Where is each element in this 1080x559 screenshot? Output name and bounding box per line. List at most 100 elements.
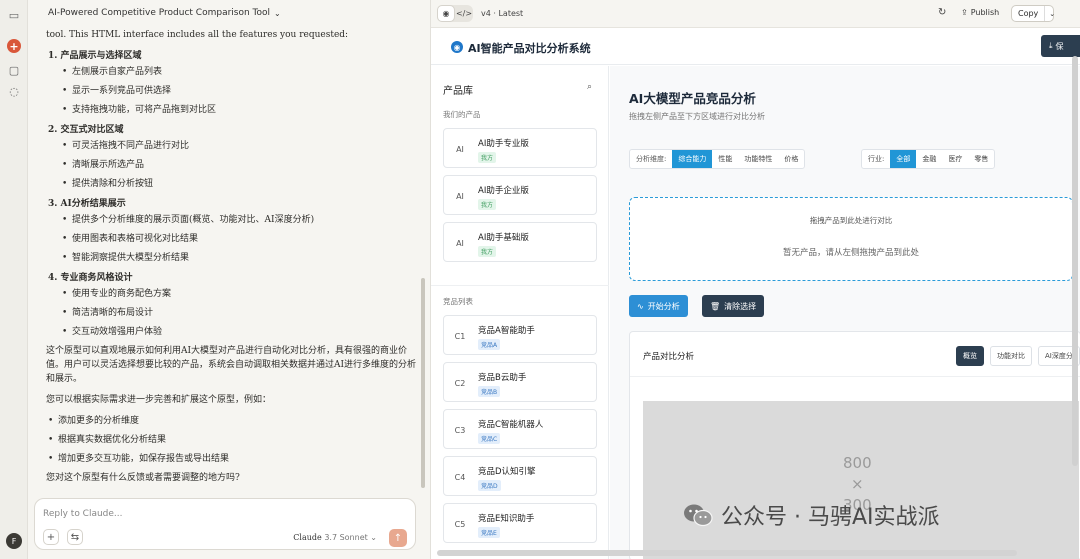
- copy-label: Copy: [1012, 6, 1046, 21]
- chat-section-heading: 2. 交互式对比区域: [48, 125, 124, 135]
- drop-hint: 拖拽产品到此处进行对比: [809, 216, 893, 225]
- product-name: 竞品A智能助手: [478, 326, 535, 336]
- product-name: 竞品D认知引擎: [478, 467, 536, 477]
- pulse-icon: ∿: [637, 301, 644, 311]
- chevron-down-icon: ⌄: [370, 533, 377, 542]
- product-tag: 竞品B: [478, 386, 501, 397]
- horizontal-scrollbar[interactable]: [437, 550, 1017, 556]
- refresh-icon[interactable]: ↻: [938, 7, 946, 18]
- vertical-scrollbar[interactable]: [1072, 56, 1078, 466]
- code-icon[interactable]: </>: [455, 5, 473, 22]
- drop-empty-message: 暂无产品，请从左侧拖拽产品到此处: [782, 248, 919, 258]
- product-tag: 竞品C: [478, 433, 501, 444]
- placeholder-width: 800: [843, 454, 872, 472]
- projects-icon[interactable]: ◌: [7, 84, 21, 98]
- preview-eye-icon[interactable]: ◉: [437, 5, 455, 22]
- dimension-option[interactable]: 性能: [712, 150, 738, 168]
- artifact-toolbar: ◉ </> v4 · Latest ↻ ⇪ Publish Copy ⌄: [431, 0, 1080, 28]
- version-label[interactable]: v4 · Latest: [481, 9, 523, 18]
- publish-label: Publish: [970, 8, 1000, 17]
- product-avatar: C4: [454, 472, 466, 482]
- competitor-card[interactable]: C3 竞品C智能机器人 竞品C: [443, 409, 597, 449]
- chat-list-item: 增加更多交互功能，如保存报告或导出结果: [46, 452, 424, 466]
- panel-tabs: 概览 功能对比 AI深度分: [956, 346, 1080, 366]
- copy-button[interactable]: Copy ⌄: [1011, 5, 1055, 22]
- chevron-down-icon[interactable]: ⌄: [1045, 10, 1055, 18]
- analysis-subtitle: 拖拽左侧产品至下方区域进行对比分析: [629, 112, 765, 121]
- industry-option[interactable]: 零售: [968, 150, 994, 168]
- artifact-panel: ◉ </> v4 · Latest ↻ ⇪ Publish Copy ⌄ ◉ A…: [430, 0, 1080, 559]
- product-avatar: AI: [456, 238, 464, 248]
- own-product-card[interactable]: AI AI助手专业版 我方: [443, 128, 597, 168]
- save-report-button[interactable]: ⤓ 保: [1041, 35, 1080, 57]
- competitor-card[interactable]: C4 竞品D认知引擎 竞品D: [443, 456, 597, 496]
- download-icon: ⤓: [1049, 41, 1053, 50]
- robot-logo-icon: ◉: [451, 41, 463, 53]
- competitor-card[interactable]: C2 竞品B云助手 竞品B: [443, 362, 597, 402]
- add-attachment-icon[interactable]: +: [43, 529, 59, 545]
- dimension-option[interactable]: 功能特性: [738, 150, 778, 168]
- product-avatar: C5: [454, 519, 466, 529]
- comparison-drop-zone[interactable]: 拖拽产品到此处进行对比 暂无产品，请从左侧拖拽产品到此处: [629, 197, 1073, 281]
- own-product-card[interactable]: AI AI助手基础版 我方: [443, 222, 597, 262]
- chat-section-heading: 4. 专业商务风格设计: [48, 273, 133, 283]
- app-header: ◉ AI智能产品对比分析系统 ⤓ 保: [431, 29, 1080, 65]
- product-name: AI助手专业版: [478, 139, 529, 149]
- chat-list-item: 使用图表和表格可视化对比结果: [46, 232, 424, 246]
- publish-button[interactable]: ⇪ Publish: [961, 8, 999, 17]
- user-avatar[interactable]: F: [6, 533, 22, 549]
- placeholder-times: ×: [851, 475, 864, 493]
- divider: [630, 376, 1080, 377]
- industry-option[interactable]: 医疗: [942, 150, 968, 168]
- view-toggle[interactable]: ◉ </>: [437, 5, 473, 22]
- product-name: AI助手基础版: [478, 233, 529, 243]
- chat-list-item: 支持拖拽功能，可将产品拖到对比区: [46, 103, 424, 117]
- product-tag: 竞品D: [478, 480, 501, 491]
- analysis-title: AI大模型产品竞品分析: [629, 91, 756, 106]
- model-name: Claude: [293, 533, 322, 542]
- chat-title[interactable]: AI-Powered Competitive Product Compariso…: [48, 8, 281, 18]
- divider: [431, 285, 609, 286]
- new-chat-icon[interactable]: +: [7, 39, 21, 53]
- clear-selection-button[interactable]: 🗑 清除选择: [702, 295, 765, 317]
- start-label: 开始分析: [647, 301, 680, 311]
- panel-tab[interactable]: 功能对比: [990, 346, 1032, 366]
- own-product-card[interactable]: AI AI助手企业版 我方: [443, 175, 597, 215]
- options-icon[interactable]: ⇆: [67, 529, 83, 545]
- chats-icon[interactable]: ▢: [7, 63, 21, 77]
- dimension-option[interactable]: 综合能力: [672, 150, 713, 168]
- competitor-card[interactable]: C5 竞品E知识助手 竞品E: [443, 503, 597, 543]
- dimension-option[interactable]: 价格: [778, 150, 804, 168]
- trash-icon: 🗑: [710, 301, 721, 311]
- product-tag: 竞品E: [478, 527, 500, 538]
- product-name: 竞品C智能机器人: [478, 420, 544, 430]
- panel-title: 产品对比分析: [643, 352, 695, 362]
- chart-placeholder-image: 800 × 300: [643, 401, 1079, 559]
- library-heading: 产品库: [443, 86, 473, 97]
- sidebar-toggle-icon[interactable]: ▭: [7, 8, 21, 22]
- watermark-text: 公众号 · 马骋AI实战派: [721, 505, 940, 530]
- product-library: 产品库 ⌕ 我们的产品 AI AI助手专业版 我方 AI AI助手企业版 我方 AI AI助手…: [431, 66, 609, 559]
- industry-option[interactable]: 全部: [890, 150, 917, 168]
- model-selector[interactable]: Claude 3.7 Sonnet ⌄: [293, 533, 377, 542]
- industry-filter: 行业: 全部 金融 医疗 零售: [861, 149, 996, 169]
- competitor-card[interactable]: C1 竞品A智能助手 竞品A: [443, 315, 597, 355]
- chat-section-heading: 3. AI分析结果展示: [48, 199, 126, 209]
- start-analysis-button[interactable]: ∿ 开始分析: [629, 295, 688, 317]
- chat-intro: tool. This HTML interface includes all t…: [46, 30, 349, 40]
- left-rail: ▭ + ▢ ◌ F: [0, 0, 28, 559]
- panel-tab[interactable]: 概览: [956, 346, 984, 366]
- industry-option[interactable]: 金融: [916, 150, 942, 168]
- chat-message: tool. This HTML interface includes all t…: [46, 28, 424, 488]
- wechat-logo-icon: [684, 504, 713, 527]
- product-tag: 我方: [478, 246, 497, 257]
- search-icon[interactable]: ⌕: [587, 82, 592, 92]
- reply-input[interactable]: Reply to Claude...: [43, 509, 123, 519]
- send-button[interactable]: ↑: [389, 529, 407, 547]
- chat-scrollbar[interactable]: [421, 278, 425, 488]
- product-name: AI助手企业版: [478, 186, 529, 196]
- chat-paragraph: 您对这个原型有什么反馈或者需要调整的地方吗?: [46, 473, 240, 483]
- product-avatar: AI: [456, 144, 464, 154]
- dimension-label: 分析维度:: [636, 155, 667, 163]
- composer[interactable]: Reply to Claude... + ⇆ Claude 3.7 Sonnet…: [34, 498, 416, 550]
